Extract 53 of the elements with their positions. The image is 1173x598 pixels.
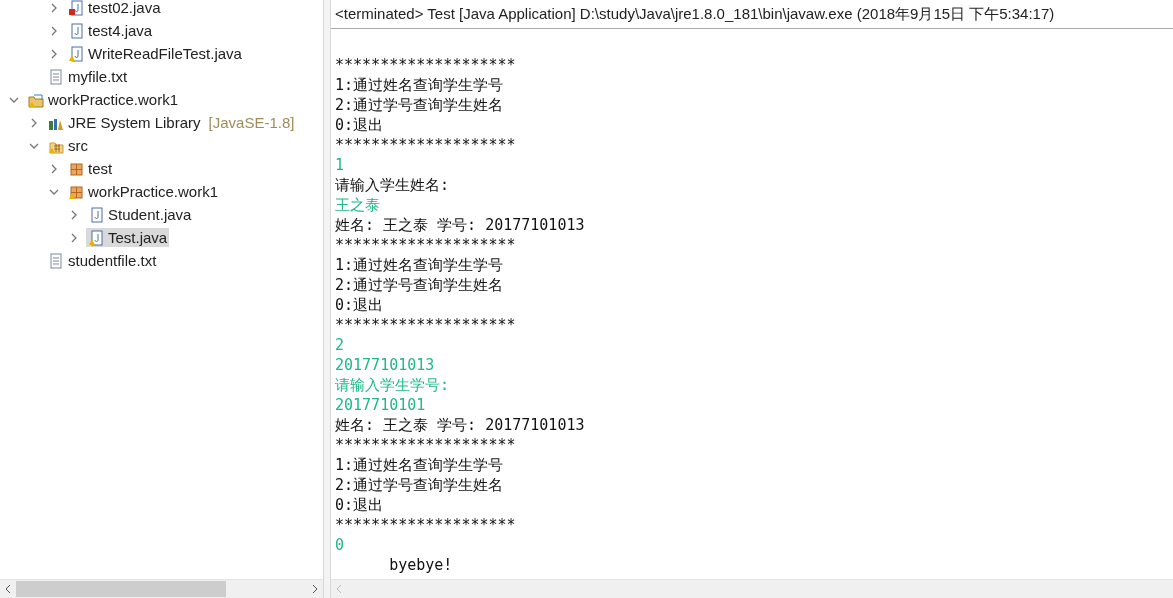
console-input-line: 0	[335, 535, 345, 555]
tree-item[interactable]: WriteReadFileTest.java	[66, 44, 244, 63]
console-input-line: 20177101013	[335, 355, 435, 375]
tree-item[interactable]: src	[46, 136, 90, 155]
console-output-line: 2:通过学号查询学生姓名	[335, 95, 504, 115]
tree-item[interactable]: test02.java	[66, 0, 163, 17]
java-file-warning-icon	[68, 45, 84, 62]
console-input-line: 2	[335, 335, 345, 355]
console-input-line: 王之泰	[335, 195, 380, 215]
tree-item[interactable]: test	[66, 159, 115, 178]
horizontal-scrollbar[interactable]	[331, 579, 1173, 598]
console-output-line: 0:退出	[335, 295, 384, 315]
console-output-line: 2:通过学号查询学生姓名	[335, 275, 504, 295]
console-output-line: ********************	[335, 515, 516, 535]
tree-item[interactable]: studentfile.txt	[46, 251, 159, 270]
tree-item[interactable]: workPractice.work1	[26, 90, 181, 109]
package-icon	[68, 160, 84, 177]
console-output-line: byebye!	[388, 555, 453, 575]
console-output-line: ********************	[335, 435, 516, 455]
tree-item[interactable]: JRE System Library [JavaSE-1.8]	[46, 113, 297, 132]
console-output-line: ********************	[335, 315, 516, 335]
console-output-line: 1:通过姓名查询学生学号	[335, 255, 504, 275]
console-output-line: ********************	[335, 235, 516, 255]
tree-item[interactable]: myfile.txt	[46, 67, 130, 86]
java-file-icon	[68, 22, 84, 39]
java-file-icon	[88, 206, 104, 223]
text-file-icon	[48, 252, 64, 269]
console-input-line: 2017710101	[335, 395, 426, 415]
text-file-icon	[48, 68, 64, 85]
tree-item[interactable]: Student.java	[86, 205, 194, 224]
tree-item-decoration: [JavaSE-1.8]	[208, 114, 295, 131]
console-output-line: ********************	[335, 135, 516, 155]
console-output-line: ********************	[335, 55, 516, 75]
console-output-line: 1:通过姓名查询学生学号	[335, 455, 504, 475]
java-file-error-icon	[68, 0, 84, 16]
project-folder-icon	[28, 91, 44, 108]
console-output-line: 0:退出	[335, 495, 384, 515]
console-output-line: 姓名: 王之泰 学号: 20177101013	[335, 415, 585, 435]
horizontal-scrollbar[interactable]	[0, 579, 323, 598]
console-output-line: 0:退出	[335, 115, 384, 135]
console-header: <terminated> Test [Java Application] D:\study\Java\jre1.8.0_181\bin\javaw.exe (2018年9月15日 下午5:34:17)	[331, 0, 1173, 29]
scrollbar-thumb[interactable]	[16, 581, 226, 597]
console-input-line: 请输入学生学号:	[335, 375, 450, 395]
tree-item[interactable]: workPractice.work1	[66, 182, 221, 201]
package-warning-icon	[68, 183, 84, 200]
console-output-line: 1:通过姓名查询学生学号	[335, 75, 504, 95]
console-output-line: 请输入学生姓名:	[335, 175, 450, 195]
tree-item[interactable]: Test.java	[86, 228, 170, 247]
tree-item[interactable]: test4.java	[66, 21, 155, 40]
console-output-line: 2:通过学号查询学生姓名	[335, 475, 504, 495]
console-output-line: 姓名: 王之泰 学号: 20177101013	[335, 215, 585, 235]
java-file-warning-icon	[88, 229, 104, 246]
console-input-line: 1	[335, 155, 345, 175]
